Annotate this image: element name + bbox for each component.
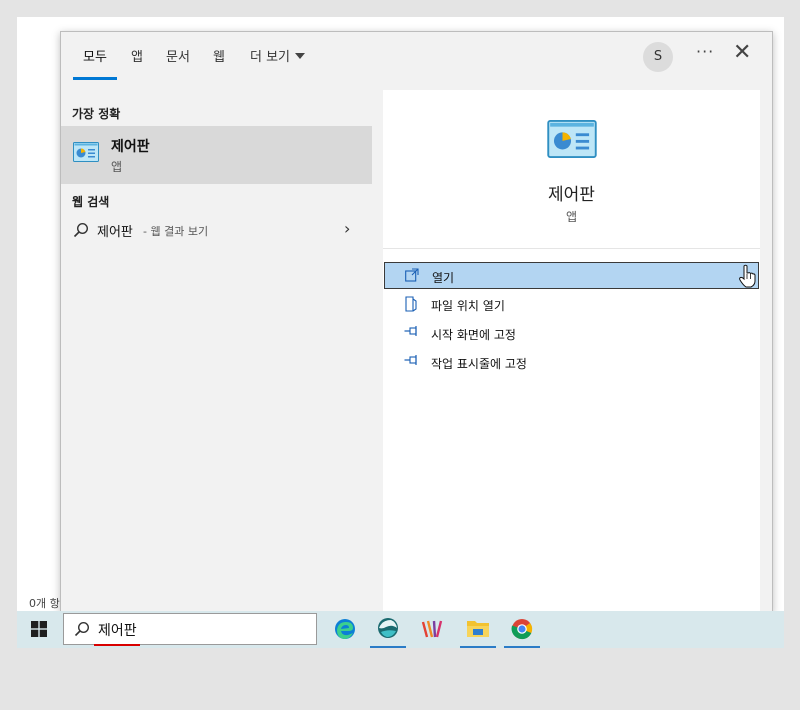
taskbar-search-box[interactable] [63, 613, 317, 646]
best-match-type: 앱 [111, 160, 123, 174]
running-indicator [370, 646, 406, 648]
tab-web[interactable]: 웹 [213, 46, 225, 65]
control-panel-icon [547, 120, 597, 158]
preview-type: 앱 [565, 210, 578, 224]
chevron-down-icon [295, 53, 306, 59]
taskbar [17, 611, 784, 648]
search-input[interactable] [96, 618, 300, 642]
running-indicator [504, 646, 540, 648]
account-avatar[interactable]: S [643, 42, 673, 72]
tab-all[interactable]: 모두 [83, 46, 107, 65]
edge-icon [335, 619, 355, 639]
open-file-location-label: 파일 위치 열기 [431, 299, 505, 313]
pin-icon [404, 355, 417, 365]
divider [383, 248, 760, 249]
control-panel-icon [73, 142, 99, 162]
taskbar-app-2[interactable] [414, 611, 450, 648]
chevron-right-icon[interactable]: › [344, 219, 350, 238]
annotation-underline [94, 644, 140, 646]
tab-documents[interactable]: 문서 [166, 46, 190, 65]
pin-icon [404, 326, 417, 336]
preview-title: 제어판 [548, 185, 595, 205]
pin-to-taskbar-action[interactable]: 작업 표시줄에 고정 [384, 349, 759, 376]
file-explorer-icon [467, 621, 489, 637]
tab-apps[interactable]: 앱 [131, 46, 143, 65]
best-match-heading: 가장 정확 [72, 107, 121, 121]
windows-start-icon[interactable] [31, 621, 47, 637]
taskbar-edge[interactable] [327, 611, 363, 648]
desktop: 0개 항 모두 앱 문서 웹 더 보기 S ··· ✕ 가장 정확 제어판 앱 … [17, 17, 784, 648]
open-icon [405, 268, 419, 282]
open-file-location-action[interactable]: 파일 위치 열기 [384, 291, 759, 318]
best-match-title: 제어판 [111, 139, 150, 155]
search-icon [73, 222, 89, 238]
web-search-result[interactable]: 제어판 - 웹 결과 보기 › [61, 216, 372, 246]
taskbar-file-explorer[interactable] [460, 611, 496, 648]
pin-to-start-action[interactable]: 시작 화면에 고정 [384, 320, 759, 347]
chrome-icon [511, 619, 533, 640]
pin-to-start-label: 시작 화면에 고정 [431, 328, 516, 342]
tab-more[interactable]: 더 보기 [250, 46, 306, 65]
best-match-item[interactable]: 제어판 앱 [61, 126, 372, 184]
file-location-icon [405, 296, 417, 312]
search-icon [74, 621, 90, 637]
hand-cursor-icon [739, 264, 756, 288]
close-icon[interactable]: ✕ [733, 41, 751, 65]
taskbar-chrome[interactable] [504, 611, 540, 648]
more-options-icon[interactable]: ··· [696, 42, 714, 61]
web-search-heading: 웹 검색 [72, 195, 110, 209]
active-tab-indicator [73, 77, 117, 80]
taskbar-app-1[interactable] [370, 611, 406, 648]
app-icon [421, 620, 443, 638]
start-menu-search: 모두 앱 문서 웹 더 보기 S ··· ✕ 가장 정확 제어판 앱 웹 검색 … [60, 31, 773, 613]
filter-tabs: 모두 앱 문서 웹 더 보기 S ··· ✕ [61, 32, 772, 80]
web-result-query: 제어판 [97, 225, 133, 240]
open-action-label: 열기 [432, 271, 455, 285]
pin-to-taskbar-label: 작업 표시줄에 고정 [431, 357, 527, 371]
tab-more-label: 더 보기 [250, 50, 291, 65]
open-action[interactable]: 열기 [384, 262, 759, 289]
running-indicator [460, 646, 496, 648]
web-result-hint: - 웹 결과 보기 [143, 225, 209, 238]
app-icon [378, 618, 398, 638]
preview-panel: 제어판 앱 열기 파일 위치 열기 시작 화면에 고정 작업 표시줄에 고정 [383, 90, 760, 612]
items-count: 0개 항 [29, 597, 60, 610]
